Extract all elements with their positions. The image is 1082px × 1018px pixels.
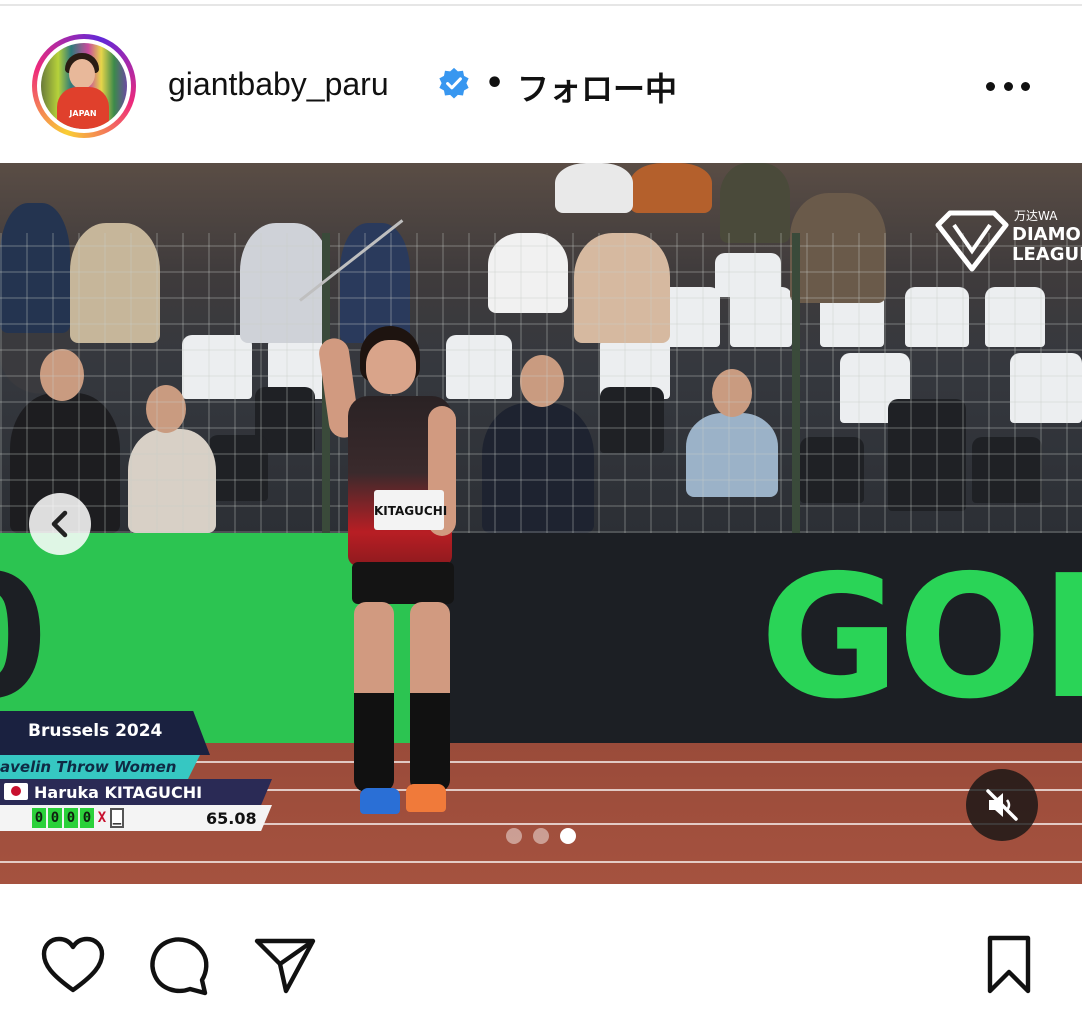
share-button[interactable] — [252, 932, 318, 998]
attempt-marker: 0 — [32, 808, 46, 828]
event-name: Brussels 2024 — [28, 721, 163, 741]
athlete-name: Haruka KITAGUCHI — [34, 783, 203, 802]
post-header: JAPAN giantbaby_paru • フォロー中 — [0, 6, 1082, 163]
fence-post — [792, 233, 800, 533]
board-lettering: GOLA — [760, 539, 1082, 737]
save-button[interactable] — [976, 932, 1042, 998]
more-options-icon[interactable] — [982, 68, 1034, 104]
post-media-video[interactable]: 0 GOLA KITAGUCHI 万达WA DIAMO LEAGUI — [0, 163, 1082, 884]
attempt-marker: 0 — [48, 808, 62, 828]
attempt-marker: 0 — [64, 808, 78, 828]
chevron-left-icon — [51, 510, 68, 538]
athlete-bib: KITAGUCHI — [374, 490, 447, 530]
carousel-dot — [506, 828, 522, 844]
profile-avatar[interactable]: JAPAN — [32, 34, 136, 138]
like-button[interactable] — [40, 932, 106, 998]
post-actions — [0, 884, 1082, 1018]
watermark-text: DIAMO LEAGUI — [1012, 224, 1082, 265]
speaker-muted-icon — [986, 789, 1018, 821]
japan-flag-icon — [4, 783, 28, 800]
avatar-caption: JAPAN — [69, 109, 97, 118]
bookmark-icon — [987, 935, 1031, 994]
comment-bubble-icon — [150, 937, 209, 996]
username-link[interactable]: giantbaby_paru — [168, 66, 389, 103]
carousel-indicator — [506, 828, 576, 844]
discipline-label: avelin Throw Women — [0, 758, 177, 776]
athlete: KITAGUCHI — [317, 318, 488, 838]
previous-slide-button[interactable] — [29, 493, 91, 555]
stadium-fence — [0, 233, 1082, 533]
best-mark: 65.08 — [206, 809, 257, 828]
avatar-image: JAPAN — [41, 43, 127, 129]
attempts-row: 0 0 0 0 X _ — [32, 808, 124, 828]
attempt-marker: 0 — [80, 808, 94, 828]
comment-button[interactable] — [146, 932, 212, 998]
carousel-dot-active — [560, 828, 576, 844]
watermark-sponsor: 万达WA — [1014, 209, 1058, 223]
verified-badge-icon — [439, 67, 469, 99]
heart-icon — [41, 936, 105, 993]
current-attempt-marker: _ — [110, 808, 124, 828]
broadcast-graphic: Brussels 2024 avelin Throw Women Haruka … — [0, 711, 290, 831]
attempt-marker: X — [97, 810, 107, 826]
separator-dot: • — [485, 66, 505, 101]
following-button[interactable]: フォロー中 — [517, 64, 677, 110]
mute-toggle-button[interactable] — [966, 769, 1038, 841]
carousel-dot — [533, 828, 549, 844]
paper-plane-icon — [254, 938, 316, 994]
